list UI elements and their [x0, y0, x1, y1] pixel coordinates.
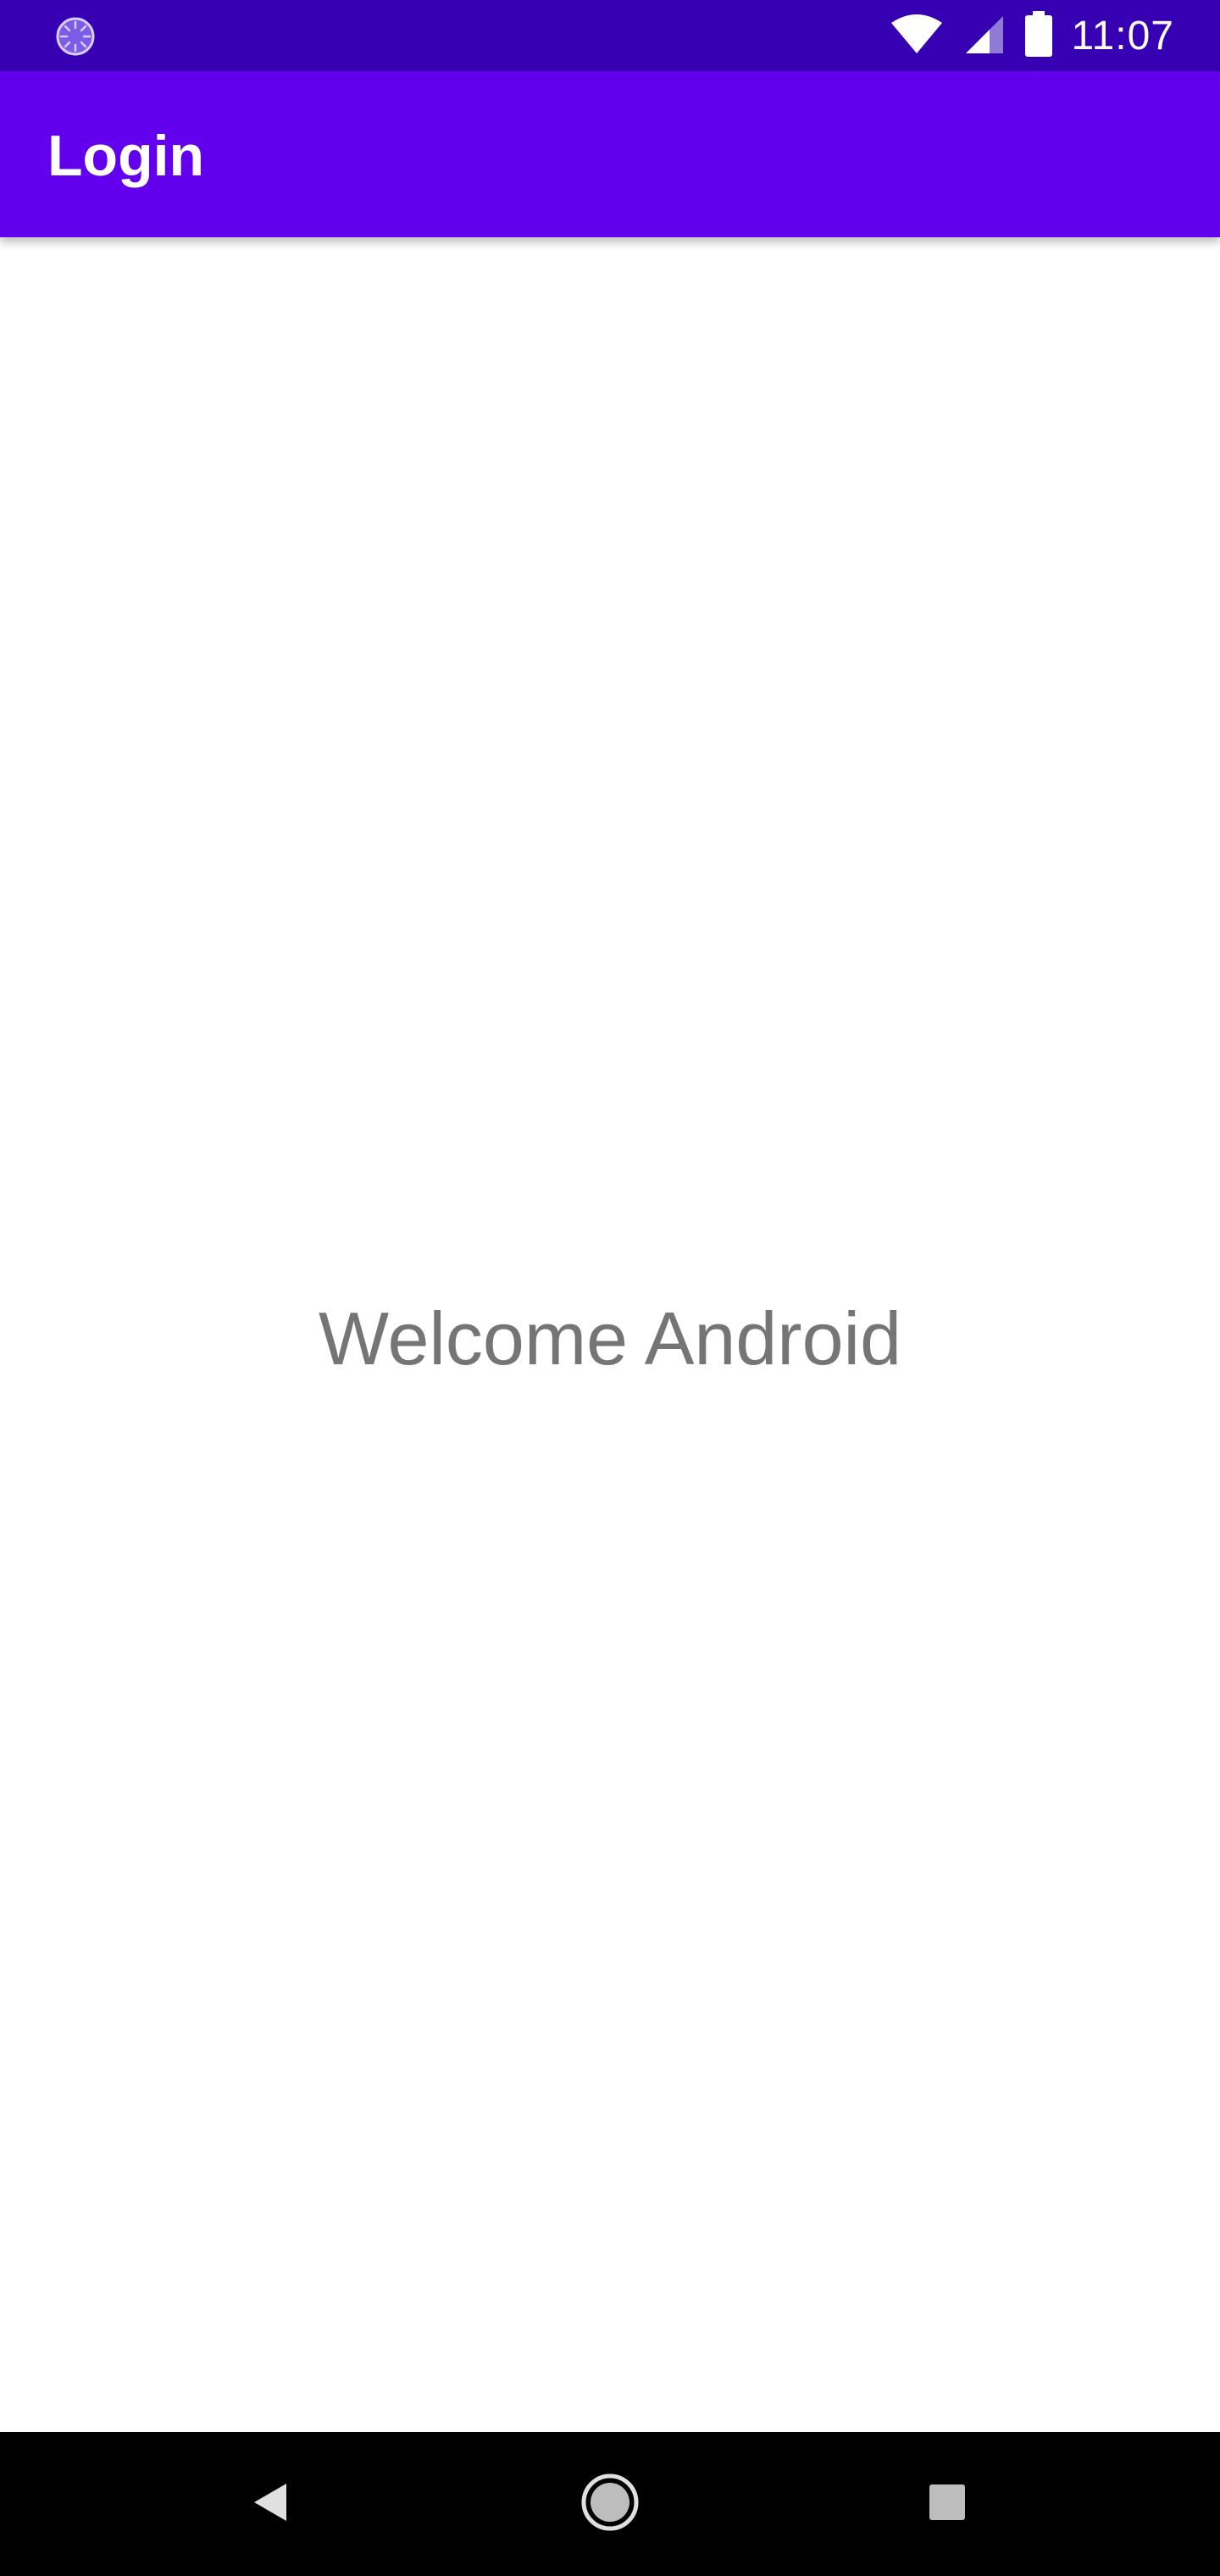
battery-icon: [1025, 11, 1053, 60]
home-icon: [580, 2473, 640, 2535]
navigation-bar: [0, 2432, 1220, 2576]
recents-icon: [926, 2481, 968, 2527]
welcome-text: Welcome Android: [318, 1296, 902, 1380]
status-bar: 11:07: [0, 0, 1220, 71]
back-button[interactable]: [229, 2462, 313, 2546]
cellular-signal-icon: [962, 13, 1006, 58]
app-screen: 11:07 Login Welcome Android: [0, 0, 1220, 2576]
app-bar-title: Login: [47, 124, 205, 188]
status-icons: 11:07: [890, 0, 1174, 71]
main-content: Welcome Android: [0, 237, 1220, 2432]
app-bar: Login: [0, 71, 1220, 237]
wifi-icon: [890, 13, 944, 58]
recents-button[interactable]: [905, 2462, 990, 2546]
home-button[interactable]: [568, 2462, 652, 2546]
back-icon: [246, 2477, 297, 2531]
status-time: 11:07: [1071, 13, 1174, 58]
sync-icon: [54, 15, 97, 58]
